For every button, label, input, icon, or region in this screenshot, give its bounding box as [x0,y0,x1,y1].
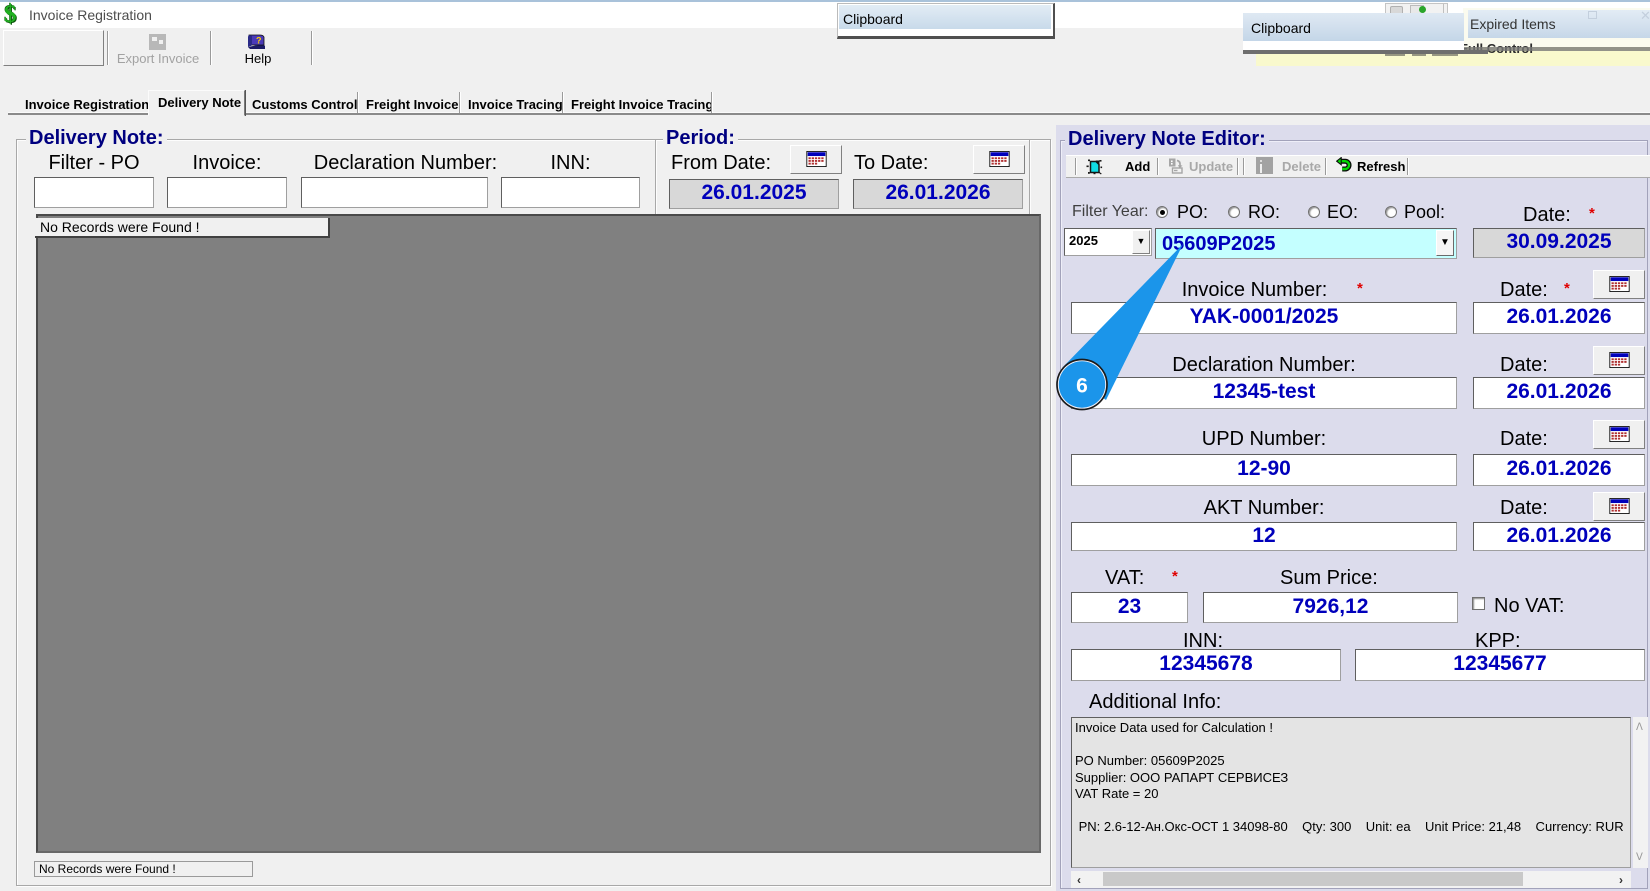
svg-text:?: ? [256,36,262,46]
svg-text:6: 6 [1076,375,1088,398]
